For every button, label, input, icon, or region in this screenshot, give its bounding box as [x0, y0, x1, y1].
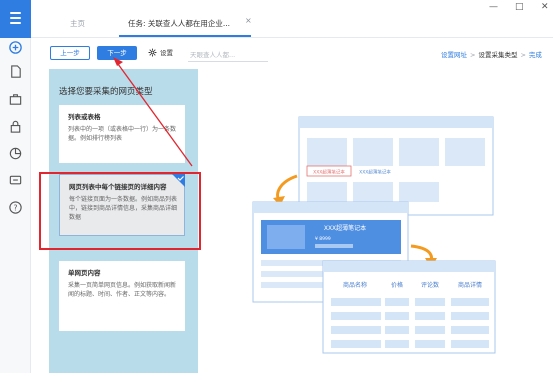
table-header: 商品名称	[343, 281, 367, 289]
prev-step-button[interactable]: 上一步	[50, 46, 90, 60]
task-name-underline	[188, 61, 268, 62]
menu-button[interactable]	[0, 0, 31, 38]
highlight-box	[39, 172, 201, 250]
breadcrumb-separator: >	[520, 51, 526, 59]
toolbar: 上一步 下一步 设置 天眼查人人都... 设置网址 > 设置采集类型 > 完成	[31, 38, 553, 68]
breadcrumb-separator: >	[470, 51, 476, 59]
maximize-icon[interactable]: □	[515, 2, 524, 12]
breadcrumb-step-url[interactable]: 设置网址	[441, 51, 467, 59]
tab-bar: 主页 任务: 关联查人人都在用企业... × — □ ✕	[31, 0, 553, 38]
product-tag-left: XXX超薄笔记本	[313, 169, 345, 176]
panel-title: 选择您要采集的网页类型	[59, 87, 153, 97]
help-icon[interactable]: ?	[8, 200, 23, 215]
product-tag-right: XXX超薄笔记本	[359, 169, 391, 176]
page-type-card-list[interactable]: 列表或表格 列表中的一项（或表格中一行）为一条数据。例如排行榜列表	[59, 105, 185, 163]
minimize-icon[interactable]: —	[489, 2, 498, 12]
product-title: XXX超薄笔记本	[324, 224, 366, 232]
page-type-card-single[interactable]: 单网页内容 采集一页简单网页信息。例如获取新闻新闻的标题、时间、作者、正文等内容…	[59, 261, 185, 331]
briefcase-icon[interactable]	[8, 92, 23, 107]
product-price: ¥ 8999	[315, 236, 331, 242]
close-tab-icon[interactable]: ×	[245, 16, 252, 25]
breadcrumb-step-type: 设置采集类型	[478, 51, 518, 59]
card-description: 采集一页简单网页信息。例如获取新闻新闻的标题、时间、作者、正文等内容。	[68, 282, 177, 298]
table-header: 商品详情	[458, 281, 482, 289]
table-header: 评论数	[421, 281, 439, 289]
pie-chart-icon[interactable]	[8, 146, 23, 161]
gear-icon	[148, 48, 157, 56]
table-header: 价格	[391, 281, 403, 289]
page-type-illustration: XXX超薄笔记本 XXX超薄笔记本 XXX超薄笔记本 ¥ 8999 商品名称 价…	[252, 116, 496, 354]
task-name-input[interactable]: 天眼查人人都...	[190, 49, 235, 59]
chat-icon[interactable]	[8, 173, 23, 188]
card-title: 列表或表格	[68, 113, 101, 121]
tab-home[interactable]: 主页	[70, 18, 85, 29]
app-window: ? 主页 任务: 关联查人人都在用企业... × — □ ✕ 上一步 下一步 设…	[0, 0, 553, 373]
step-breadcrumb: 设置网址 > 设置采集类型 > 完成	[441, 49, 542, 59]
menu-icon	[10, 12, 21, 27]
lock-icon[interactable]	[8, 119, 23, 134]
close-window-icon[interactable]: ✕	[541, 2, 549, 12]
next-step-button[interactable]: 下一步	[97, 46, 137, 60]
card-title: 单网页内容	[68, 269, 101, 277]
left-rail: ?	[0, 0, 31, 373]
svg-text:?: ?	[14, 203, 18, 212]
settings-button[interactable]: 设置	[148, 47, 173, 57]
card-description: 列表中的一项（或表格中一行）为一条数据。例如排行榜列表	[68, 126, 177, 142]
settings-label: 设置	[160, 49, 173, 57]
tab-task[interactable]: 任务: 关联查人人都在用企业...	[128, 18, 230, 29]
active-tab-indicator	[119, 35, 251, 37]
document-icon[interactable]	[8, 64, 23, 79]
add-circle-icon[interactable]	[8, 40, 23, 55]
breadcrumb-step-finish[interactable]: 完成	[529, 51, 542, 59]
